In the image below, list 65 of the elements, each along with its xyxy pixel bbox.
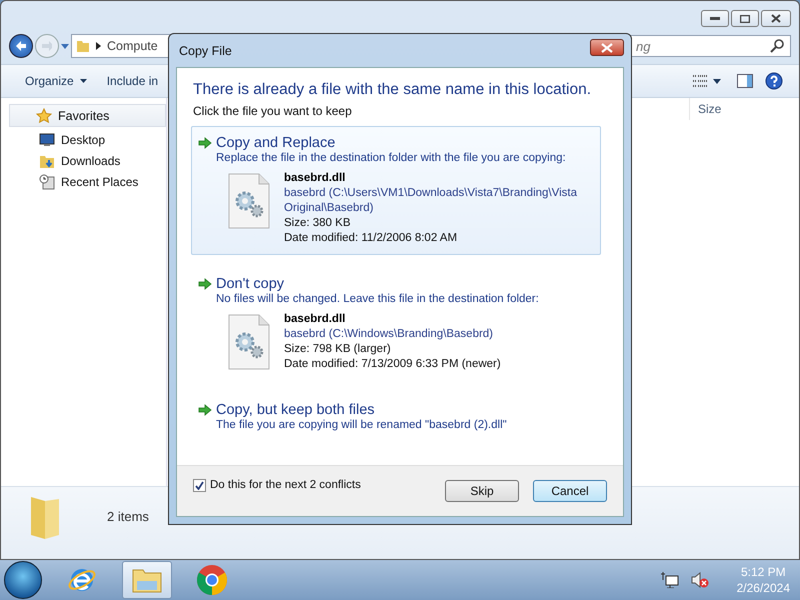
choice-option[interactable]: Don't copy No files will be changed. Leave this file in the destination folder: basebrd.dll basebrd (C:\Windows\Branding\Basebrd) Size: 798 KB (larger) Date modified: 7/13/2009 6:33 PM (newer): [191, 267, 601, 381]
checkbox[interactable]: [193, 478, 206, 492]
file-gear-icon: [228, 314, 270, 370]
back-button[interactable]: [9, 34, 33, 58]
item-count: 2 items: [107, 509, 149, 524]
choice-option[interactable]: [191, 126, 601, 255]
arrow-icon: [198, 137, 212, 149]
option-title: Copy, but keep both files: [216, 402, 375, 418]
muted-speaker-icon[interactable]: [690, 572, 709, 588]
monitor-icon: [39, 132, 55, 148]
sidebar-item[interactable]: Downloads: [1, 150, 166, 171]
dropdown-caret-icon[interactable]: [61, 44, 69, 48]
search-icon: [770, 39, 784, 53]
file-date: Date modified: 7/13/2009 6:33 PM (newer): [284, 357, 502, 372]
back-arrow-icon: [16, 41, 26, 51]
help-icon[interactable]: [765, 72, 783, 90]
option-description: No files will be changed. Leave this file in the destination folder:: [215, 292, 540, 306]
close-button[interactable]: [761, 10, 791, 27]
network-icon[interactable]: [660, 572, 679, 588]
option-title: Copy and Replace: [216, 135, 336, 151]
caret-icon: [713, 78, 721, 84]
chrome-icon: [196, 564, 228, 596]
checkmark-icon: [195, 480, 204, 490]
star-icon: [36, 108, 52, 124]
option-description: Replace the file in the destination folder with the file you are copying:: [215, 151, 567, 165]
file-path: basebrd (C:\Windows\Branding\Basebrd): [284, 327, 494, 342]
restore-icon: [740, 14, 750, 22]
file-name: basebrd.dll: [284, 171, 346, 186]
file-gear-icon: [228, 173, 270, 229]
taskbar-app[interactable]: [122, 561, 172, 599]
conflicts-checkbox[interactable]: Do this for the next 2 conflicts: [193, 478, 361, 492]
choice-option[interactable]: Copy, but keep both files The file you are copying will be renamed "basebrd (2).dll": [191, 393, 601, 441]
close-button[interactable]: [590, 39, 624, 56]
dialog-heading: There is already a file with the same name in this location.: [193, 80, 592, 100]
preview-pane-icon[interactable]: [737, 74, 753, 88]
option-description: The file you are copying will be renamed "basebrd (2).dll": [215, 418, 508, 432]
list-view-icon: [693, 75, 707, 87]
close-icon: [601, 42, 613, 52]
sidebar-item[interactable]: Desktop: [1, 129, 166, 150]
maximize-button[interactable]: [731, 10, 759, 27]
file-size: Size: 798 KB (larger): [284, 342, 392, 357]
forward-arrow-icon: [42, 41, 52, 51]
toolbar-button[interactable]: Organize: [21, 74, 91, 88]
folder-icon: [76, 39, 90, 53]
dialog-title: Copy File: [179, 44, 232, 58]
option-title: Don't copy: [216, 276, 284, 292]
column-header[interactable]: Size: [689, 98, 799, 120]
caret-icon: [80, 79, 87, 83]
dialog-instruction: Click the file you want to keep: [193, 104, 353, 118]
sidebar-item[interactable]: Recent Places: [1, 171, 166, 192]
minimize-icon: [710, 16, 720, 20]
file-name: basebrd.dll: [284, 312, 346, 327]
toolbar-button[interactable]: Include in: [102, 74, 162, 88]
close-icon: [771, 14, 781, 23]
chevron-icon: [96, 42, 101, 50]
dialog-button[interactable]: Cancel: [533, 480, 607, 502]
arrow-icon: [198, 404, 212, 416]
start-button[interactable]: [4, 561, 42, 599]
file-date: Date modified: 11/2/2006 8:02 AM: [284, 231, 458, 246]
minimize-button[interactable]: [701, 10, 729, 27]
recent-places-icon: [39, 174, 55, 190]
arrow-icon: [198, 278, 212, 290]
file-size: Size: 380 KB: [284, 216, 352, 231]
dialog-button[interactable]: Skip: [445, 480, 519, 502]
file-path: basebrd (C:\Users\VM1\Downloads\Vista7\Branding\Vista Original\Basebrd): [284, 186, 578, 216]
